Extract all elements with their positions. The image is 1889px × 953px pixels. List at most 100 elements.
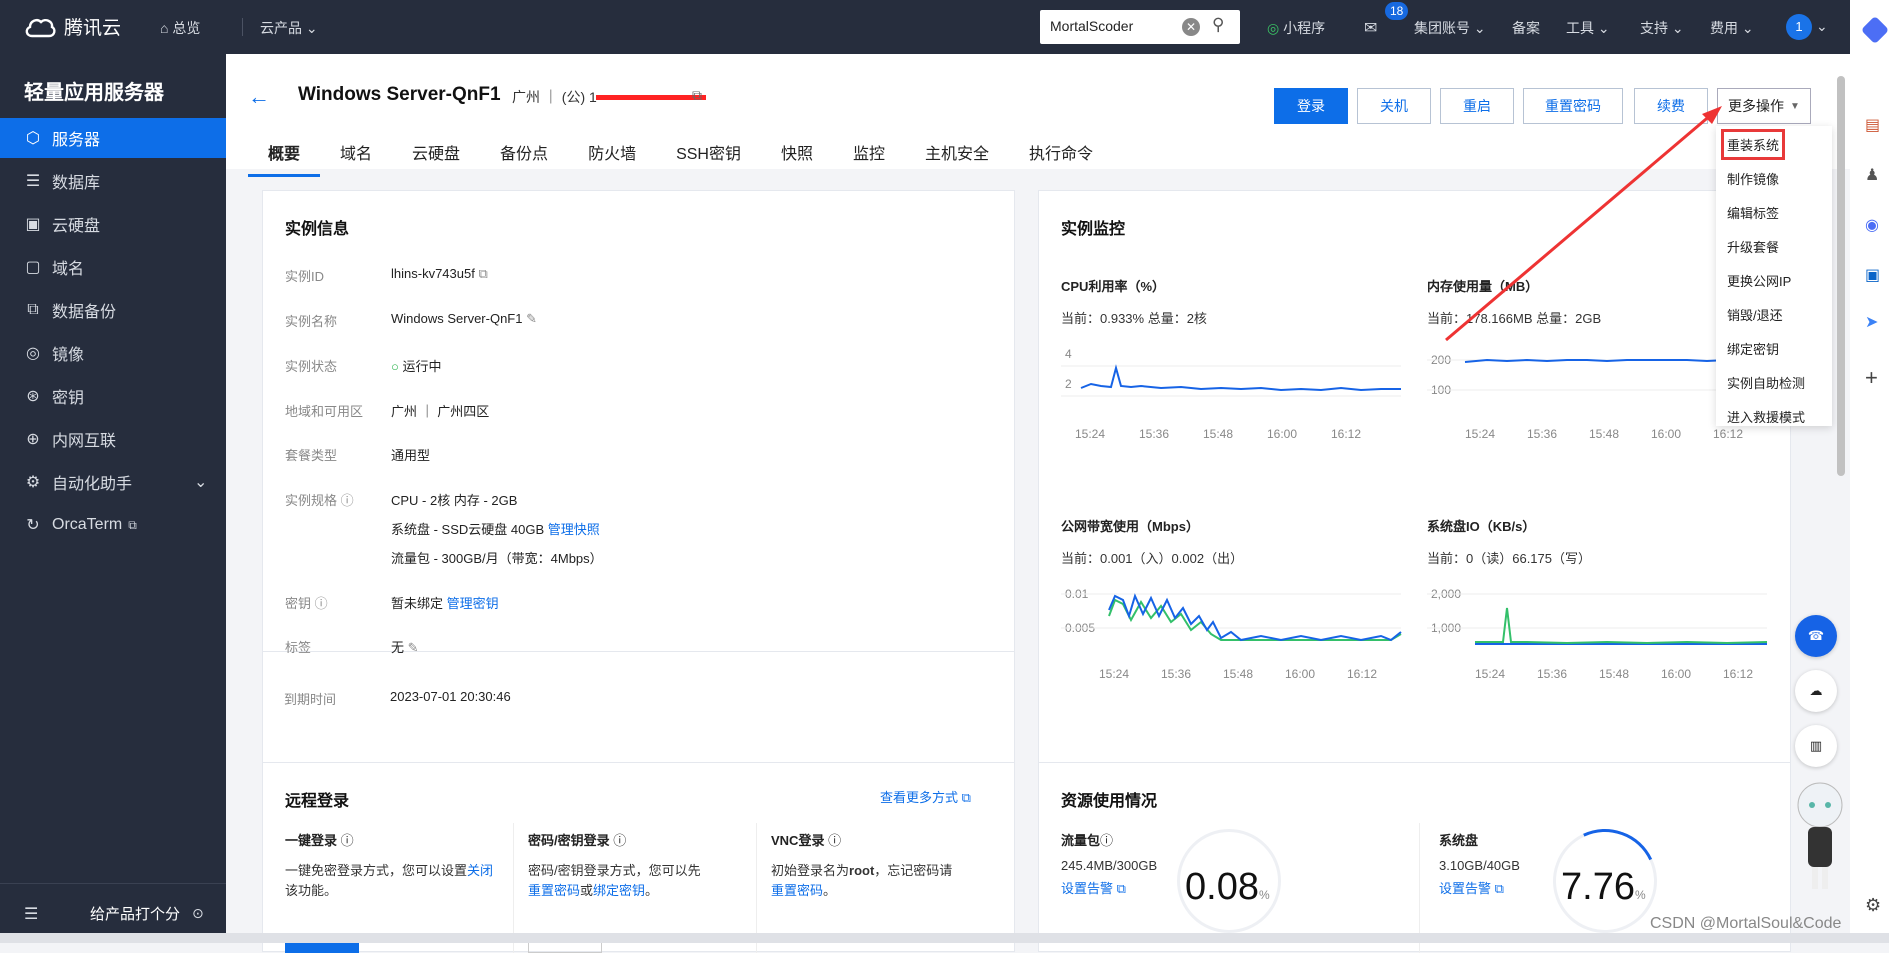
sidebar-item-domain[interactable]: ▢ 域名 bbox=[0, 247, 226, 287]
sidebar-item-automation[interactable]: ⚙ 自动化助手 ⌄ bbox=[0, 462, 226, 502]
copy-icon[interactable]: ⧉ bbox=[478, 266, 487, 281]
mascot-image[interactable] bbox=[1790, 775, 1850, 895]
sidebar-item-label: 数据备份 bbox=[52, 304, 117, 321]
tab-host-security[interactable]: 主机安全 bbox=[905, 140, 1009, 177]
database-icon: ☰ bbox=[25, 173, 41, 190]
rate-product-icon[interactable]: ⊙ bbox=[192, 905, 204, 922]
billing-label: 费用 bbox=[1710, 20, 1738, 36]
menu-item-bind-key[interactable]: 绑定密钥 bbox=[1727, 339, 1779, 358]
vnc-login-desc: 初始登录名为root，忘记密码请 重置密码。 bbox=[771, 861, 991, 901]
menu-item-change-public-ip[interactable]: 更换公网IP bbox=[1727, 271, 1791, 290]
mail-icon[interactable]: ✉ bbox=[1364, 18, 1377, 38]
user-icon[interactable]: ♟ bbox=[1865, 165, 1879, 185]
avatar[interactable]: 1 bbox=[1786, 14, 1812, 40]
docs-book-icon[interactable]: ▥ bbox=[1795, 725, 1837, 767]
login-button[interactable]: 登录 bbox=[1274, 88, 1348, 124]
manage-snapshot-link[interactable]: 管理快照 bbox=[548, 522, 600, 537]
copy-icon[interactable]: ⧉ bbox=[692, 87, 702, 104]
tab-cloud-disk[interactable]: 云硬盘 bbox=[392, 140, 480, 177]
manage-key-link[interactable]: 管理密钥 bbox=[447, 596, 499, 611]
search-icon[interactable]: ⚲ bbox=[1212, 15, 1224, 35]
traffic-percent: 0.08% bbox=[1185, 866, 1270, 909]
tab-exec-command[interactable]: 执行命令 bbox=[1009, 140, 1113, 177]
tab-monitor[interactable]: 监控 bbox=[833, 140, 905, 177]
sidebar-item-database[interactable]: ☰ 数据库 bbox=[0, 161, 226, 201]
avatar-chevron-icon[interactable]: ⌄ bbox=[1816, 18, 1828, 35]
traffic-alert-link[interactable]: 设置告警 ⧉ bbox=[1061, 878, 1126, 897]
close-one-click-link[interactable]: 关闭 bbox=[467, 863, 493, 878]
sidebar-item-disk[interactable]: ▣ 云硬盘 bbox=[0, 204, 226, 244]
sidebar-item-image[interactable]: ◎ 镜像 bbox=[0, 333, 226, 373]
extension-icon[interactable] bbox=[1860, 15, 1889, 45]
more-actions-dropdown: 重装系统 制作镜像 编辑标签 升级套餐 更换公网IP 销毁/退还 绑定密钥 实例… bbox=[1716, 126, 1832, 426]
add-icon[interactable]: + bbox=[1865, 365, 1878, 391]
tab-overview[interactable]: 概要 bbox=[248, 140, 321, 177]
instance-name-text: Windows Server-QnF1 bbox=[391, 311, 523, 326]
sidebar-item-network[interactable]: ⊕ 内网互联 bbox=[0, 419, 226, 459]
menu-item-create-image[interactable]: 制作镜像 bbox=[1727, 169, 1779, 188]
x-tick: 15:48 bbox=[1223, 667, 1253, 681]
sidebar-item-orcaterm[interactable]: ↻ OrcaTerm ⧉ bbox=[0, 505, 226, 545]
rate-product-label[interactable]: 给产品打个分 bbox=[90, 903, 180, 924]
back-arrow-icon[interactable]: ← bbox=[248, 84, 270, 110]
password-login-mid: 或 bbox=[580, 883, 594, 898]
menu-item-upgrade-plan[interactable]: 升级套餐 bbox=[1727, 237, 1779, 256]
sidebar-item-key[interactable]: ⊛ 密钥 bbox=[0, 376, 226, 416]
card-title: 资源使用情况 bbox=[1061, 793, 1158, 810]
briefcase-icon[interactable]: ▤ bbox=[1865, 115, 1880, 135]
disk-alert-link[interactable]: 设置告警 ⧉ bbox=[1439, 878, 1504, 897]
info-icon[interactable]: ⓘ bbox=[613, 833, 626, 848]
bind-key-link[interactable]: 绑定密钥 bbox=[593, 883, 645, 898]
nav-products[interactable]: 云产品 ⌄ bbox=[260, 18, 318, 38]
tab-domain[interactable]: 域名 bbox=[320, 140, 392, 177]
collapse-menu-icon[interactable]: ☰ bbox=[24, 904, 38, 924]
search-input[interactable] bbox=[1050, 18, 1178, 34]
scrollbar-thumb[interactable] bbox=[1837, 76, 1845, 476]
reset-password-link[interactable]: 重置密码 bbox=[528, 883, 580, 898]
account-label: 集团账号 bbox=[1414, 20, 1470, 36]
nav-support[interactable]: 支持 ⌄ bbox=[1640, 18, 1684, 38]
shutdown-button[interactable]: 关机 bbox=[1357, 88, 1431, 124]
chevron-down-icon: ⌄ bbox=[194, 474, 208, 491]
clear-icon[interactable]: ✕ bbox=[1182, 18, 1200, 36]
sidebar-item-server[interactable]: ⬡ 服务器 bbox=[0, 118, 226, 158]
page-scrollbar[interactable] bbox=[1835, 60, 1847, 476]
more-actions-button[interactable]: 更多操作 ▼ bbox=[1717, 88, 1811, 124]
edit-pencil-icon[interactable]: ✎ bbox=[408, 640, 419, 655]
menu-item-reinstall-system[interactable]: 重装系统 bbox=[1720, 129, 1786, 160]
customer-service-icon[interactable]: ☎ bbox=[1795, 615, 1837, 657]
vnc-reset-password-link[interactable]: 重置密码 bbox=[771, 883, 823, 898]
sidebar-item-backup[interactable]: ⧉ 数据备份 bbox=[0, 290, 226, 330]
tab-snapshot[interactable]: 快照 bbox=[761, 140, 833, 177]
network-icon: ⊕ bbox=[26, 431, 40, 448]
brand-logo[interactable]: 腾讯云 bbox=[24, 13, 121, 40]
nav-billing[interactable]: 费用 ⌄ bbox=[1710, 18, 1754, 38]
info-icon[interactable]: ⓘ bbox=[341, 833, 354, 848]
info-icon[interactable]: ⓘ bbox=[1100, 833, 1113, 848]
info-icon[interactable]: ⓘ bbox=[341, 493, 354, 508]
nav-tools[interactable]: 工具 ⌄ bbox=[1566, 18, 1610, 38]
tab-ssh-key[interactable]: SSH密钥 bbox=[656, 140, 761, 177]
nav-account[interactable]: 集团账号 ⌄ bbox=[1414, 18, 1486, 38]
settings-gear-icon[interactable]: ⚙ bbox=[1865, 895, 1881, 916]
cloud-service-icon[interactable]: ☁ bbox=[1795, 670, 1837, 712]
nav-record[interactable]: 备案 bbox=[1512, 18, 1540, 38]
edit-pencil-icon[interactable]: ✎ bbox=[526, 311, 537, 326]
send-icon[interactable]: ➤ bbox=[1865, 312, 1878, 332]
info-icon[interactable]: ⓘ bbox=[828, 833, 841, 848]
copilot-icon[interactable]: ◉ bbox=[1865, 215, 1879, 235]
outlook-icon[interactable]: ▣ bbox=[1865, 265, 1880, 285]
tab-firewall[interactable]: 防火墙 bbox=[568, 140, 656, 177]
menu-item-destroy-refund[interactable]: 销毁/退还 bbox=[1727, 305, 1783, 324]
more-login-methods-link[interactable]: 查看更多方式 ⧉ bbox=[880, 787, 971, 806]
menu-item-self-check[interactable]: 实例自助检测 bbox=[1727, 373, 1805, 392]
arrow-line bbox=[1445, 112, 1713, 342]
menu-item-edit-tags[interactable]: 编辑标签 bbox=[1727, 203, 1779, 222]
menu-item-rescue-mode[interactable]: 进入救援模式 bbox=[1727, 407, 1805, 426]
nav-mini-program[interactable]: ◎ 小程序 bbox=[1267, 18, 1325, 38]
mini-program-icon: ◎ bbox=[1267, 20, 1280, 36]
info-icon[interactable]: ⓘ bbox=[315, 596, 328, 611]
nav-overview[interactable]: ⌂ 总览 bbox=[160, 18, 200, 38]
sidebar-item-label: 服务器 bbox=[52, 132, 101, 149]
tab-backup[interactable]: 备份点 bbox=[480, 140, 568, 177]
